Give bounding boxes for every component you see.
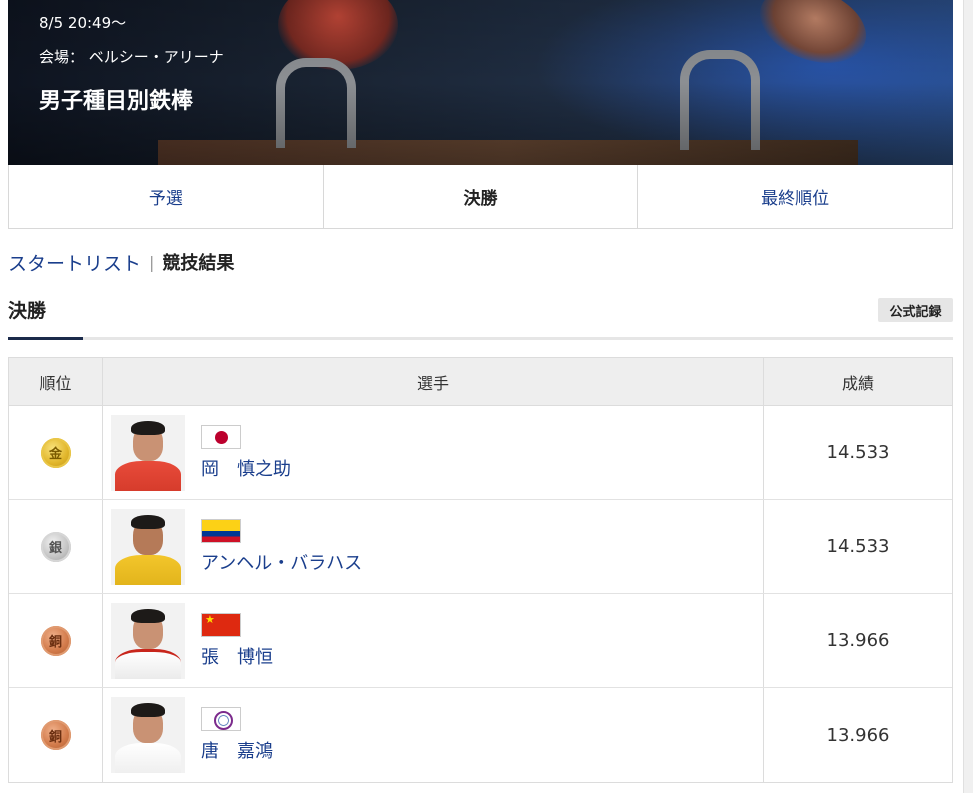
japan-flag-icon: [201, 424, 241, 449]
score-cell: 13.966: [826, 724, 890, 746]
china-flag-icon: [201, 612, 241, 637]
section-divider-accent: [8, 337, 83, 340]
athlete-name-link[interactable]: 張 博恒: [201, 643, 273, 669]
athlete-info: 張 博恒: [201, 612, 273, 669]
score-cell: 14.533: [826, 536, 890, 557]
chinese-taipei-flag-icon: [201, 707, 241, 731]
header-score: 成績: [841, 373, 874, 393]
section-divider: [8, 337, 953, 340]
header-rank: 順位: [9, 358, 103, 405]
athlete-name-link[interactable]: 岡 慎之助: [201, 455, 291, 481]
tab-qualification[interactable]: 予選: [9, 165, 324, 228]
table-row: 銀 アンヘル・バラハス 14.533: [9, 500, 952, 594]
athlete-photo: [111, 508, 185, 585]
athlete-name-link[interactable]: 唐 嘉鴻: [201, 737, 273, 763]
table-row: 銅 張 博恒 13.966: [9, 594, 952, 688]
athlete-cell: 岡 慎之助: [103, 406, 764, 499]
subnav-separator: |: [149, 252, 155, 272]
official-record-badge: 公式記録: [878, 298, 953, 322]
athlete-cell: 張 博恒: [103, 594, 764, 687]
athlete-cell: 唐 嘉鴻: [103, 688, 764, 782]
athlete-cell: アンヘル・バラハス: [103, 500, 764, 593]
score-cell: 13.966: [826, 630, 890, 651]
hero-banner: 8/5 20:49〜 会場： ベルシー・アリーナ 男子種目別鉄棒: [8, 0, 953, 165]
start-list-link[interactable]: スタートリスト: [8, 249, 141, 276]
results-current-label: 競技結果: [162, 253, 235, 274]
results-table: 順位 選手 成績 金 岡 慎之助 14.533 銀 アンヘル・バラハス 14.5…: [8, 357, 953, 783]
results-table-header: 順位 選手 成績: [9, 358, 952, 406]
athlete-photo: [111, 414, 185, 491]
bronze-medal-icon: 銅: [40, 720, 71, 750]
bronze-medal-icon: 銅: [40, 625, 71, 656]
table-row: 金 岡 慎之助 14.533: [9, 406, 952, 500]
header-athlete: 選手: [103, 358, 764, 405]
colombia-flag-icon: [201, 518, 241, 543]
rank-cell: 銅: [9, 688, 103, 782]
page: 8/5 20:49〜 会場： ベルシー・アリーナ 男子種目別鉄棒 予選 決勝 最…: [0, 0, 973, 793]
athlete-info: アンヘル・バラハス: [201, 518, 362, 575]
event-venue: 会場： ベルシー・アリーナ: [39, 48, 224, 66]
tab-final[interactable]: 決勝: [324, 165, 639, 228]
athlete-photo: [111, 602, 185, 679]
table-row: 銅 唐 嘉鴻 13.966: [9, 688, 952, 782]
athlete-name-link[interactable]: アンヘル・バラハス: [201, 549, 362, 575]
round-tabs: 予選 決勝 最終順位: [8, 165, 953, 229]
athlete-photo: [111, 697, 185, 773]
gold-medal-icon: 金: [40, 437, 71, 468]
rank-cell: 銀: [9, 500, 103, 593]
athlete-info: 岡 慎之助: [201, 424, 291, 481]
result-subnav: スタートリスト | 競技結果: [8, 248, 234, 276]
rank-cell: 金: [9, 406, 103, 499]
score-cell: 14.533: [826, 442, 890, 463]
silver-medal-icon: 銀: [40, 531, 71, 562]
athlete-info: 唐 嘉鴻: [201, 707, 273, 763]
page-scrollbar[interactable]: [963, 0, 973, 793]
event-title: 男子種目別鉄棒: [39, 89, 194, 114]
rank-cell: 銅: [9, 594, 103, 687]
event-datetime: 8/5 20:49〜: [39, 14, 127, 32]
section-title: 決勝: [8, 300, 47, 322]
tab-final-ranking[interactable]: 最終順位: [638, 165, 952, 228]
